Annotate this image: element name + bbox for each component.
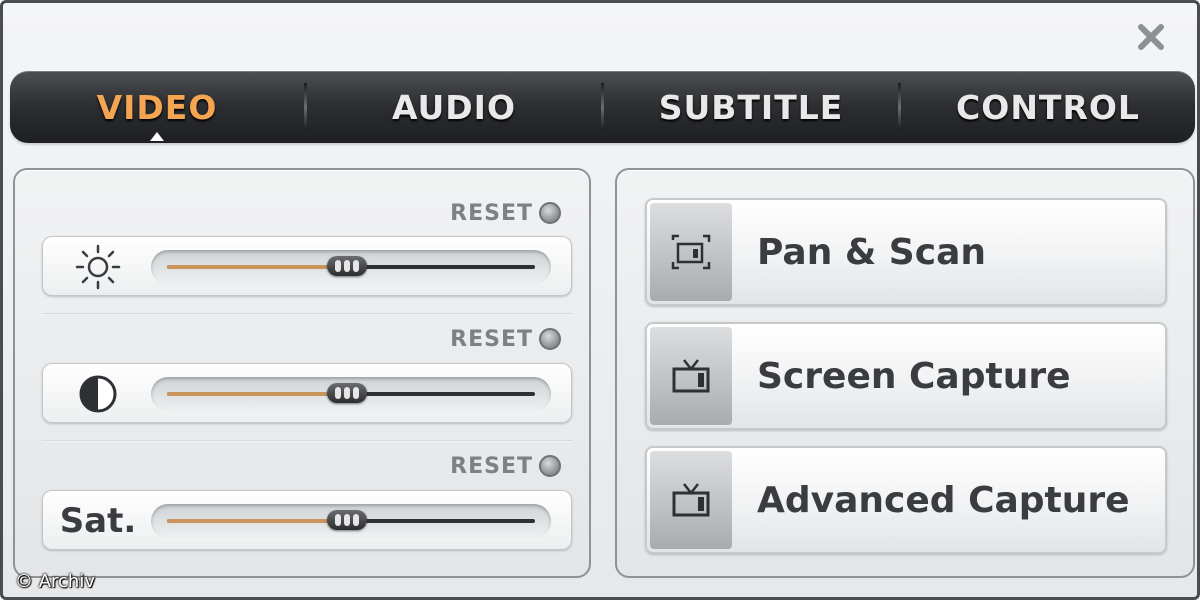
divider [42,440,572,442]
tab-subtitle[interactable]: SUBTITLE [604,71,898,143]
sun-icon [53,242,143,292]
tab-control[interactable]: CONTROL [901,71,1195,143]
tab-control-label: CONTROL [956,87,1140,127]
reset-label: RESET [450,326,533,352]
close-icon [1138,24,1164,50]
pan-scan-icon [650,203,732,301]
active-tab-indicator [150,132,164,141]
contrast-slider-row [42,363,572,423]
screen-capture-label: Screen Capture [757,355,1071,397]
saturation-slider[interactable] [151,504,551,538]
reset-indicator [539,328,561,350]
screen-capture-button[interactable]: Screen Capture [645,322,1167,430]
tab-subtitle-label: SUBTITLE [658,87,844,127]
tv-icon [650,327,732,425]
tab-audio-label: AUDIO [391,87,517,127]
video-actions-panel: Pan & Scan Screen Capture Advanced Captu… [615,168,1195,578]
copyright-notice: © Archiv [15,571,95,592]
brightness-slider-row [42,236,572,296]
reset-label: RESET [450,453,533,479]
close-button[interactable] [1131,17,1171,57]
tab-bar: VIDEO AUDIO SUBTITLE CONTROL [10,71,1195,143]
slider-handle[interactable] [327,383,368,403]
saturation-label-box: Sat. [53,496,143,546]
tv-icon [650,451,732,549]
slider-handle[interactable] [327,510,368,530]
pan-scan-button[interactable]: Pan & Scan [645,198,1167,306]
reset-label: RESET [450,200,533,226]
contrast-slider[interactable] [151,377,551,411]
slider-fill [167,392,348,396]
tab-audio[interactable]: AUDIO [307,71,601,143]
saturation-slider-row: Sat. [42,490,572,550]
video-adjustments-panel: RESET RESET RESET Sat. [13,168,591,578]
player-settings-window: VIDEO AUDIO SUBTITLE CONTROL RESET RESET… [0,0,1200,600]
reset-brightness-button[interactable]: RESET [450,198,561,228]
tab-video[interactable]: VIDEO [10,71,304,143]
brightness-slider[interactable] [151,250,551,284]
reset-indicator [539,202,561,224]
saturation-label: Sat. [59,501,137,541]
slider-fill [167,519,348,523]
pan-scan-label: Pan & Scan [757,231,986,273]
divider [42,313,572,315]
tab-video-label: VIDEO [96,87,218,127]
reset-saturation-button[interactable]: RESET [450,451,561,481]
slider-fill [167,265,348,269]
advanced-capture-label: Advanced Capture [757,479,1130,521]
reset-indicator [539,455,561,477]
reset-contrast-button[interactable]: RESET [450,324,561,354]
contrast-icon [53,369,143,419]
slider-handle[interactable] [327,256,368,276]
advanced-capture-button[interactable]: Advanced Capture [645,446,1167,554]
